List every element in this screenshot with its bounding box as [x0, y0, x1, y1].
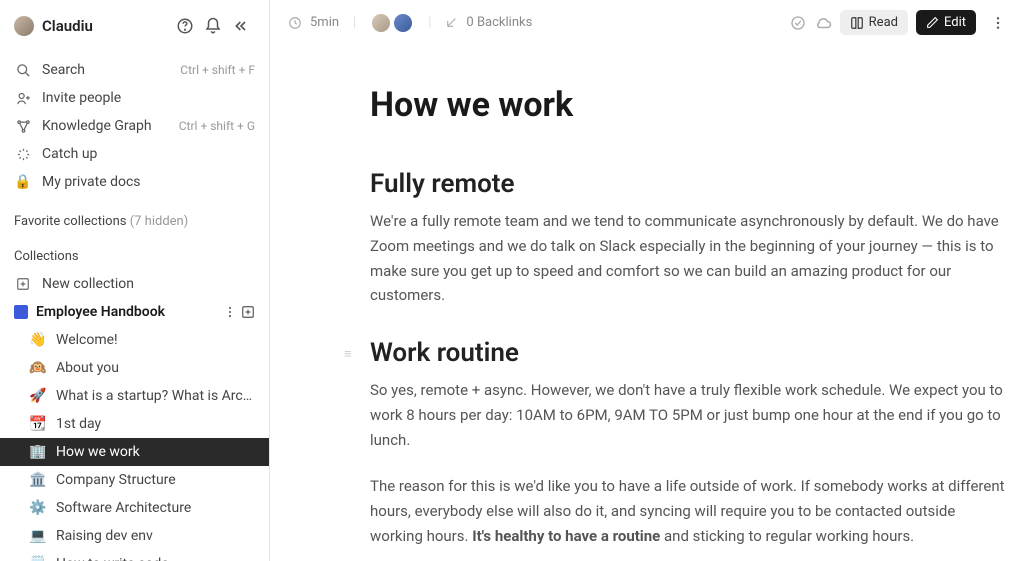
doc-label: What is a startup? What is Archbee?	[56, 388, 255, 404]
book-icon	[850, 16, 864, 30]
document-content: How we work Fully remote We're a fully re…	[270, 45, 1024, 561]
doc-label: Welcome!	[56, 332, 118, 348]
doc-label: Company Structure	[56, 472, 176, 488]
clock-icon	[288, 16, 302, 30]
graph-icon	[14, 119, 32, 134]
nav-invite[interactable]: Invite people	[0, 84, 269, 112]
collection-add-icon[interactable]	[241, 305, 255, 319]
nav-label: Invite people	[42, 90, 255, 106]
doc-label: Raising dev env	[56, 528, 153, 544]
collaborator-avatar[interactable]	[392, 12, 414, 34]
sidebar: Claudiu Search Ctrl + shift + F Invite p…	[0, 0, 270, 561]
pencil-icon	[926, 16, 939, 29]
collapse-sidebar-icon[interactable]	[227, 12, 255, 40]
collection-label: Employee Handbook	[36, 304, 223, 320]
doc-emoji: 🏢	[28, 444, 48, 460]
new-collection[interactable]: New collection	[0, 270, 269, 298]
doc-item[interactable]: 🏛️ Company Structure	[0, 466, 269, 494]
more-menu-icon[interactable]	[990, 15, 1006, 31]
section-heading: Work routine≡	[370, 338, 1010, 368]
read-time: 5min	[310, 15, 339, 30]
catch-up-icon	[14, 147, 32, 162]
help-icon[interactable]	[171, 12, 199, 40]
cloud-icon[interactable]	[814, 14, 832, 32]
notifications-icon[interactable]	[199, 12, 227, 40]
search-icon	[14, 63, 32, 78]
doc-label: How to write code	[56, 556, 169, 561]
nav-label: My private docs	[42, 174, 255, 190]
nav-knowledge-graph[interactable]: Knowledge Graph Ctrl + shift + G	[0, 112, 269, 140]
doc-item[interactable]: 💻 Raising dev env	[0, 522, 269, 550]
read-label: Read	[869, 15, 898, 30]
section-heading: Fully remote	[370, 169, 1010, 199]
doc-emoji: 🚀	[28, 388, 48, 404]
check-circle-icon[interactable]	[790, 15, 806, 31]
doc-item[interactable]: 👋 Welcome!	[0, 326, 269, 354]
backlinks-icon	[445, 16, 458, 29]
collection-icon	[14, 305, 28, 319]
doc-label: How we work	[56, 444, 140, 460]
nav-catch-up[interactable]: Catch up	[0, 140, 269, 168]
favorites-header[interactable]: Favorite collections (7 hidden)	[0, 200, 269, 235]
collections-header: Collections	[0, 235, 269, 270]
topbar: 5min | | 0 Backlinks Read Edit	[270, 0, 1024, 45]
drag-handle-icon[interactable]: ≡	[344, 346, 352, 362]
doc-emoji: ⚙️	[28, 500, 48, 516]
paragraph: We're a fully remote team and we tend to…	[370, 209, 1010, 308]
collection-menu-icon[interactable]	[223, 305, 237, 319]
nav-label: Catch up	[42, 146, 255, 162]
doc-emoji: 🗒️	[28, 556, 48, 561]
plus-square-icon	[14, 277, 32, 291]
nav-search[interactable]: Search Ctrl + shift + F	[0, 56, 269, 84]
doc-item[interactable]: 🗒️ How to write code	[0, 550, 269, 561]
user-name[interactable]: Claudiu	[42, 17, 171, 35]
nav-label: Search	[42, 62, 180, 78]
page-title: How we work	[370, 85, 1010, 125]
lock-icon: 🔒	[14, 174, 32, 190]
doc-item[interactable]: 📆 1st day	[0, 410, 269, 438]
invite-icon	[14, 91, 32, 106]
backlinks-count[interactable]: 0 Backlinks	[466, 15, 532, 30]
doc-label: Software Architecture	[56, 500, 191, 516]
favorites-hidden-count: (7 hidden)	[130, 214, 189, 229]
doc-emoji: 📆	[28, 416, 48, 432]
doc-emoji: 🏛️	[28, 472, 48, 488]
doc-emoji: 💻	[28, 528, 48, 544]
doc-item[interactable]: 🙉 About you	[0, 354, 269, 382]
paragraph: The reason for this is we'd like you to …	[370, 474, 1010, 548]
doc-label: About you	[56, 360, 119, 376]
nav-shortcut: Ctrl + shift + F	[180, 63, 255, 77]
doc-emoji: 🙉	[28, 360, 48, 376]
favorites-label: Favorite collections	[14, 214, 126, 229]
doc-label: 1st day	[56, 416, 101, 432]
collections-label: Collections	[14, 249, 79, 264]
collection-item[interactable]: Employee Handbook	[0, 298, 269, 326]
doc-item[interactable]: 🚀 What is a startup? What is Archbee?	[0, 382, 269, 410]
doc-item[interactable]: ⚙️ Software Architecture	[0, 494, 269, 522]
edit-mode-button[interactable]: Edit	[916, 10, 976, 35]
sidebar-header: Claudiu	[0, 0, 269, 52]
paragraph: So yes, remote + async. However, we don'…	[370, 378, 1010, 452]
nav-private-docs[interactable]: 🔒 My private docs	[0, 168, 269, 196]
user-avatar[interactable]	[14, 16, 34, 36]
read-mode-button[interactable]: Read	[840, 10, 908, 35]
edit-label: Edit	[944, 15, 966, 30]
doc-emoji: 👋	[28, 332, 48, 348]
main: 5min | | 0 Backlinks Read Edit How we wo…	[270, 0, 1024, 561]
collaborator-avatar[interactable]	[370, 12, 392, 34]
nav-label: Knowledge Graph	[42, 118, 179, 134]
doc-item[interactable]: 🏢 How we work	[0, 438, 269, 466]
nav-shortcut: Ctrl + shift + G	[179, 119, 255, 133]
new-collection-label: New collection	[42, 276, 255, 292]
